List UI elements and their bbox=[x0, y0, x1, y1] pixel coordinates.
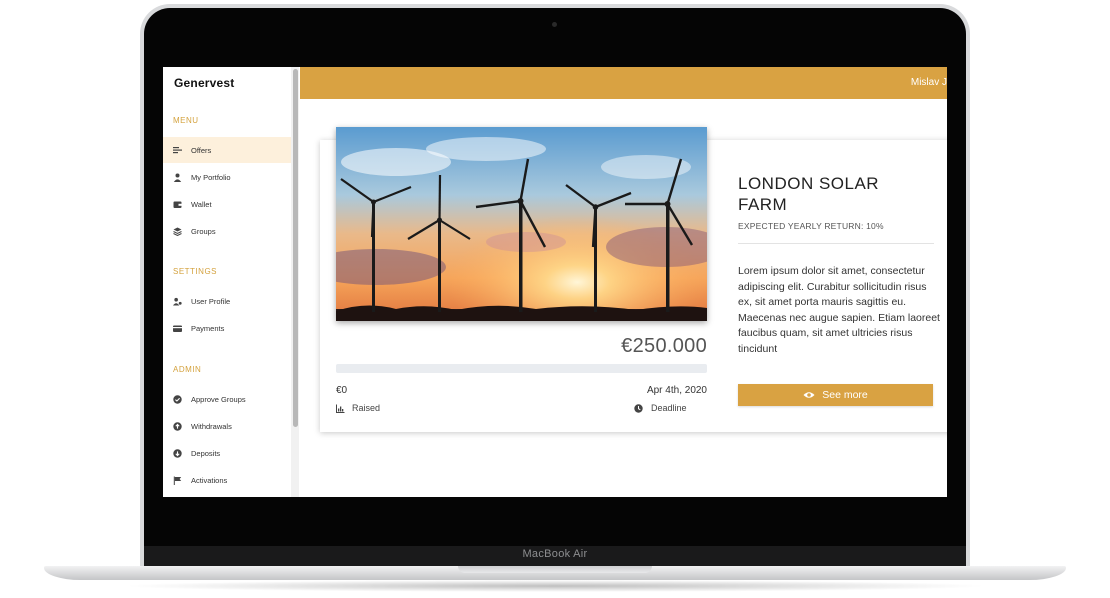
funding-progress-bar bbox=[336, 364, 707, 373]
layers-icon bbox=[173, 227, 182, 236]
laptop-notch bbox=[458, 566, 652, 573]
sidebar-item-payments[interactable]: Payments bbox=[163, 315, 291, 341]
device-label: MacBook Air bbox=[522, 548, 588, 560]
sidebar-item-label: Offers bbox=[191, 145, 212, 155]
app-screen: Genervest MENU Offers My Portfolio Walle… bbox=[163, 67, 947, 497]
deadline-label-row: Deadline bbox=[634, 403, 687, 413]
sidebar-item-wallet[interactable]: Wallet bbox=[163, 191, 291, 217]
camera-icon bbox=[552, 22, 557, 27]
laptop-shadow bbox=[120, 580, 990, 592]
expected-return: EXPECTED YEARLY RETURN: 10% bbox=[738, 221, 884, 231]
raised-label-row: Raised bbox=[336, 403, 380, 413]
sidebar-item-label: User Profile bbox=[191, 296, 231, 306]
check-circle-icon bbox=[173, 394, 182, 404]
arrow-down-circle-icon bbox=[173, 448, 182, 458]
sidebar-item-activations[interactable]: Activations bbox=[163, 467, 291, 493]
sidebar-item-label: Approve Groups bbox=[191, 394, 246, 404]
sidebar-item-label: Deposits bbox=[191, 448, 221, 458]
deadline-label: Deadline bbox=[651, 403, 687, 413]
raised-label: Raised bbox=[352, 403, 381, 413]
list-icon bbox=[173, 146, 182, 155]
bar-chart-icon bbox=[336, 404, 345, 413]
offer-description: Lorem ipsum dolor sit amet, consectetur … bbox=[738, 265, 940, 355]
clock-icon bbox=[634, 403, 643, 413]
sidebar-item-label: Groups bbox=[191, 226, 216, 236]
user-icon bbox=[173, 173, 182, 182]
user-menu[interactable]: Mislav J bbox=[911, 77, 947, 88]
sidebar-item-label: Withdrawals bbox=[191, 421, 232, 431]
divider bbox=[738, 243, 934, 244]
sidebar: Genervest MENU Offers My Portfolio Walle… bbox=[163, 67, 291, 497]
sidebar-item-groups[interactable]: Groups bbox=[163, 218, 291, 244]
sidebar-item-user-profile[interactable]: User Profile bbox=[163, 288, 291, 314]
offer-image bbox=[336, 127, 707, 321]
goal-amount: €250.000 bbox=[621, 335, 707, 357]
flag-icon bbox=[173, 476, 182, 485]
deadline-date: Apr 4th, 2020 bbox=[646, 385, 707, 396]
sidebar-section-admin: ADMIN bbox=[173, 365, 202, 374]
user-cog-icon bbox=[173, 297, 182, 306]
sidebar-item-label: Payments bbox=[191, 323, 225, 333]
wind-turbines-image bbox=[336, 127, 707, 321]
sidebar-section-settings: SETTINGS bbox=[173, 267, 218, 276]
offer-title: LONDON SOLAR FARM bbox=[738, 174, 880, 214]
sidebar-item-approve-groups[interactable]: Approve Groups bbox=[163, 386, 291, 412]
app-logo[interactable]: Genervest bbox=[174, 76, 235, 90]
see-more-button[interactable]: See more bbox=[738, 384, 933, 406]
sidebar-item-deposits[interactable]: Deposits bbox=[163, 440, 291, 466]
arrow-up-circle-icon bbox=[173, 421, 182, 431]
raised-amount: €0 bbox=[336, 385, 348, 396]
wallet-icon bbox=[173, 200, 182, 209]
sidebar-section-menu: MENU bbox=[173, 116, 199, 125]
sidebar-item-label: My Portfolio bbox=[191, 172, 231, 182]
eye-icon bbox=[803, 391, 815, 399]
sidebar-item-label: Wallet bbox=[191, 199, 212, 209]
see-more-label: See more bbox=[822, 389, 868, 401]
sidebar-item-label: Activations bbox=[191, 475, 228, 485]
sidebar-item-offers[interactable]: Offers bbox=[163, 137, 291, 163]
sidebar-item-my-portfolio[interactable]: My Portfolio bbox=[163, 164, 291, 190]
top-bar: Mislav J bbox=[300, 67, 947, 99]
sidebar-scrollbar-thumb[interactable] bbox=[293, 69, 298, 427]
credit-card-icon bbox=[173, 324, 182, 333]
sidebar-item-withdrawals[interactable]: Withdrawals bbox=[163, 413, 291, 439]
